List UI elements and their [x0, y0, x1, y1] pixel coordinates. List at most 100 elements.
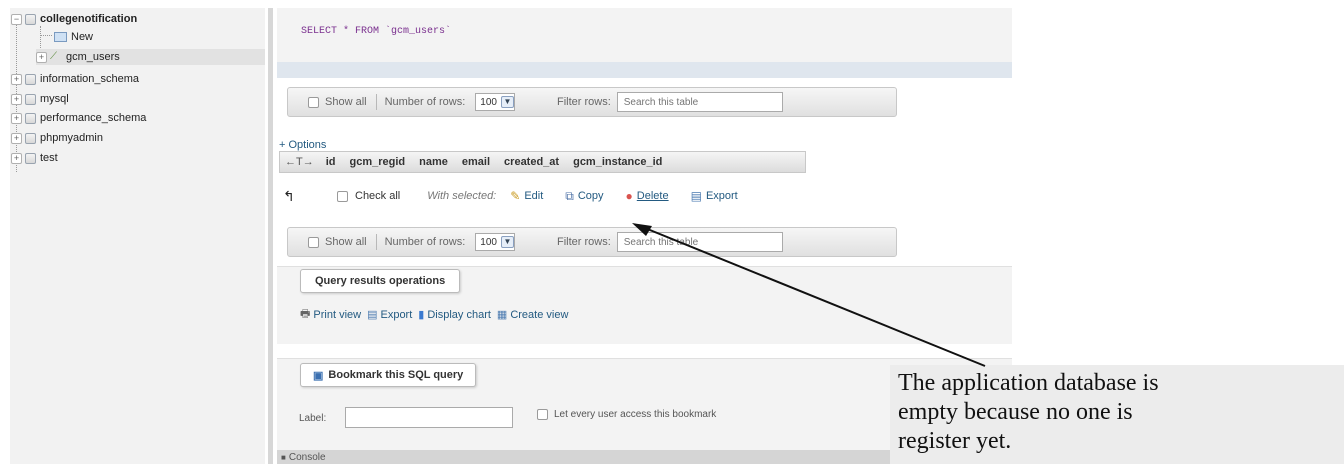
- export-icon: ▤: [690, 189, 702, 203]
- database-icon: [25, 132, 36, 144]
- display-chart-link[interactable]: Display chart: [427, 309, 491, 321]
- console-icon: ■: [281, 452, 286, 462]
- expand-icon[interactable]: +: [11, 132, 22, 144]
- table-icon: ⟋: [50, 51, 57, 62]
- database-icon: [25, 112, 36, 124]
- column-header-gcm-instance-id[interactable]: gcm_instance_id: [573, 156, 662, 168]
- expand-icon[interactable]: +: [36, 51, 47, 63]
- query-results-operations-title: Query results operations: [300, 269, 461, 293]
- rows-value: 100: [480, 236, 497, 248]
- edit-label: Edit: [524, 190, 544, 202]
- collapse-icon[interactable]: −: [11, 13, 22, 25]
- copy-icon: ⧉: [565, 188, 574, 203]
- db-name: test: [40, 152, 58, 164]
- label-field-label: Label:: [299, 413, 327, 424]
- arrow-up-left-icon: ↰: [283, 187, 295, 204]
- show-all-checkbox[interactable]: [308, 236, 319, 248]
- db-phpmyadmin[interactable]: + phpmyadmin: [11, 130, 103, 146]
- db-performance-schema[interactable]: + performance_schema: [11, 110, 146, 126]
- table-item-gcm-users[interactable]: + ⟋ gcm_users: [36, 49, 265, 65]
- export-button[interactable]: ▤ Export: [691, 189, 738, 203]
- chart-icon: ▮: [418, 309, 425, 321]
- expand-icon[interactable]: +: [11, 93, 22, 105]
- db-name: mysql: [40, 93, 69, 105]
- chevron-down-icon: ▼: [500, 96, 514, 108]
- db-information-schema[interactable]: + information_schema: [11, 71, 139, 87]
- query-results-operations-panel: Query results operations 🖶 Print view ▤ …: [277, 266, 1012, 344]
- table-item-new[interactable]: New: [54, 29, 93, 45]
- database-icon: [25, 93, 36, 105]
- db-name: collegenotification: [40, 13, 138, 25]
- filter-rows-input[interactable]: [616, 232, 783, 252]
- database-icon: [25, 73, 36, 85]
- check-all-label[interactable]: Check all: [355, 190, 400, 202]
- filter-label: Filter rows:: [556, 96, 611, 108]
- rows-label: Number of rows:: [384, 96, 466, 108]
- db-mysql[interactable]: + mysql: [11, 91, 69, 107]
- column-header-name[interactable]: name: [419, 156, 448, 168]
- show-all-label: Show all: [325, 96, 367, 108]
- annotation-line: empty because no one is: [898, 399, 1133, 425]
- chevron-down-icon: ▼: [500, 236, 514, 248]
- expand-icon[interactable]: +: [11, 112, 22, 124]
- sidebar-resize-handle[interactable]: [268, 8, 273, 464]
- navigation-sidebar: − collegenotification New + ⟋ gcm_users …: [10, 8, 265, 464]
- delete-label: Delete: [636, 190, 669, 202]
- column-header-id[interactable]: id: [326, 156, 336, 168]
- pencil-icon: ✎: [510, 189, 521, 203]
- rows-value: 100: [480, 96, 497, 108]
- let-every-user-label: Let every user access this bookmark: [554, 409, 717, 420]
- column-header-email[interactable]: email: [462, 156, 490, 168]
- show-all-checkbox[interactable]: [308, 96, 319, 108]
- rows-select[interactable]: 100 ▼: [475, 93, 515, 111]
- export-link[interactable]: Export: [380, 309, 412, 321]
- expand-icon[interactable]: +: [11, 73, 22, 85]
- view-icon: ▦: [496, 309, 508, 321]
- check-all-checkbox[interactable]: [337, 190, 348, 202]
- sql-query-footer: [277, 62, 1012, 78]
- table-name: gcm_users: [66, 51, 120, 63]
- query-results-operations-links: 🖶 Print view ▤ Export ▮ Display chart ▦ …: [300, 305, 568, 324]
- delete-button[interactable]: ● Delete: [626, 189, 669, 203]
- column-header-gcm-regid[interactable]: gcm_regid: [350, 156, 406, 168]
- rows-select[interactable]: 100 ▼: [475, 233, 515, 251]
- db-name: information_schema: [40, 73, 140, 85]
- separator: [375, 234, 377, 250]
- edit-button[interactable]: ✎ Edit: [510, 189, 543, 203]
- print-view-link[interactable]: Print view: [313, 309, 361, 321]
- database-icon: [25, 152, 36, 164]
- sql-query-box[interactable]: SELECT * FROM `gcm_users`: [277, 8, 1012, 62]
- separator: [375, 94, 377, 110]
- table-name: New: [71, 31, 94, 43]
- console-label: Console: [288, 451, 326, 463]
- options-link[interactable]: + Options: [279, 139, 326, 151]
- export-icon: ▤: [367, 309, 378, 321]
- bookmark-title-text: Bookmark this SQL query: [328, 369, 464, 381]
- copy-button[interactable]: ⧉ Copy: [565, 189, 603, 204]
- new-table-icon: [54, 32, 67, 42]
- with-selected-label: With selected:: [427, 190, 497, 202]
- db-collegenotification[interactable]: − collegenotification: [11, 11, 137, 27]
- sort-arrows-icon[interactable]: ←T→: [285, 156, 314, 168]
- navigation-bar-top: Show all Number of rows: 100 ▼ Filter ro…: [287, 87, 897, 117]
- db-name: phpmyadmin: [40, 132, 103, 144]
- filter-label: Filter rows:: [556, 236, 611, 248]
- annotation-line: The application database is: [898, 370, 1159, 396]
- db-test[interactable]: + test: [11, 150, 58, 166]
- db-name: performance_schema: [40, 112, 147, 124]
- results-header-row: ←T→ id gcm_regid name email created_at g…: [279, 151, 806, 173]
- copy-label: Copy: [577, 190, 604, 202]
- bulk-actions-row: ↰ Check all With selected: ✎ Edit ⧉ Copy…: [283, 186, 738, 206]
- filter-rows-input[interactable]: [616, 92, 783, 112]
- create-view-link[interactable]: Create view: [510, 309, 568, 321]
- let-every-user-checkbox[interactable]: [537, 409, 548, 420]
- print-icon: 🖶: [300, 308, 311, 320]
- database-icon: [25, 13, 36, 25]
- bookmark-label-input[interactable]: [345, 407, 513, 428]
- navigation-bar-bottom: Show all Number of rows: 100 ▼ Filter ro…: [287, 227, 897, 257]
- annotation-line: register yet.: [898, 428, 1012, 454]
- column-header-created-at[interactable]: created_at: [504, 156, 559, 168]
- delete-icon: ●: [625, 189, 633, 203]
- export-label: Export: [705, 190, 738, 202]
- expand-icon[interactable]: +: [11, 152, 22, 164]
